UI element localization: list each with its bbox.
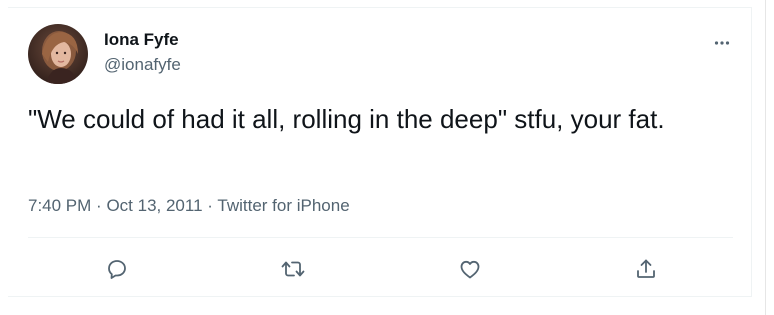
avatar[interactable] — [28, 24, 88, 84]
tweet-source[interactable]: Twitter for iPhone — [217, 196, 349, 215]
divider — [28, 237, 733, 238]
author-display-name[interactable]: Iona Fyfe — [104, 30, 179, 50]
heart-icon — [460, 260, 480, 279]
retweet-button[interactable] — [276, 252, 310, 286]
avatar-image — [28, 24, 88, 84]
reply-button[interactable] — [100, 252, 134, 286]
retweet-icon — [281, 261, 305, 277]
like-button[interactable] — [453, 252, 487, 286]
tweet-time[interactable]: 7:40 PM — [28, 196, 91, 215]
reply-icon — [108, 260, 126, 279]
tweet-meta: 7:40 PM · Oct 13, 2011 · Twitter for iPh… — [28, 196, 350, 216]
tweet-card: Iona Fyfe @ionafyfe "We could of had it … — [8, 7, 752, 297]
share-icon — [637, 259, 655, 278]
meta-separator: · — [96, 196, 102, 215]
more-horizontal-icon — [714, 41, 730, 45]
page-background — [0, 297, 774, 315]
tweet-text: "We could of had it all, rolling in the … — [28, 104, 665, 134]
author-handle[interactable]: @ionafyfe — [104, 55, 181, 75]
window-edge — [765, 0, 766, 315]
meta-separator: · — [207, 196, 213, 215]
more-options-button[interactable] — [705, 26, 739, 60]
tweet-date[interactable]: Oct 13, 2011 — [106, 196, 202, 215]
share-button[interactable] — [629, 252, 663, 286]
